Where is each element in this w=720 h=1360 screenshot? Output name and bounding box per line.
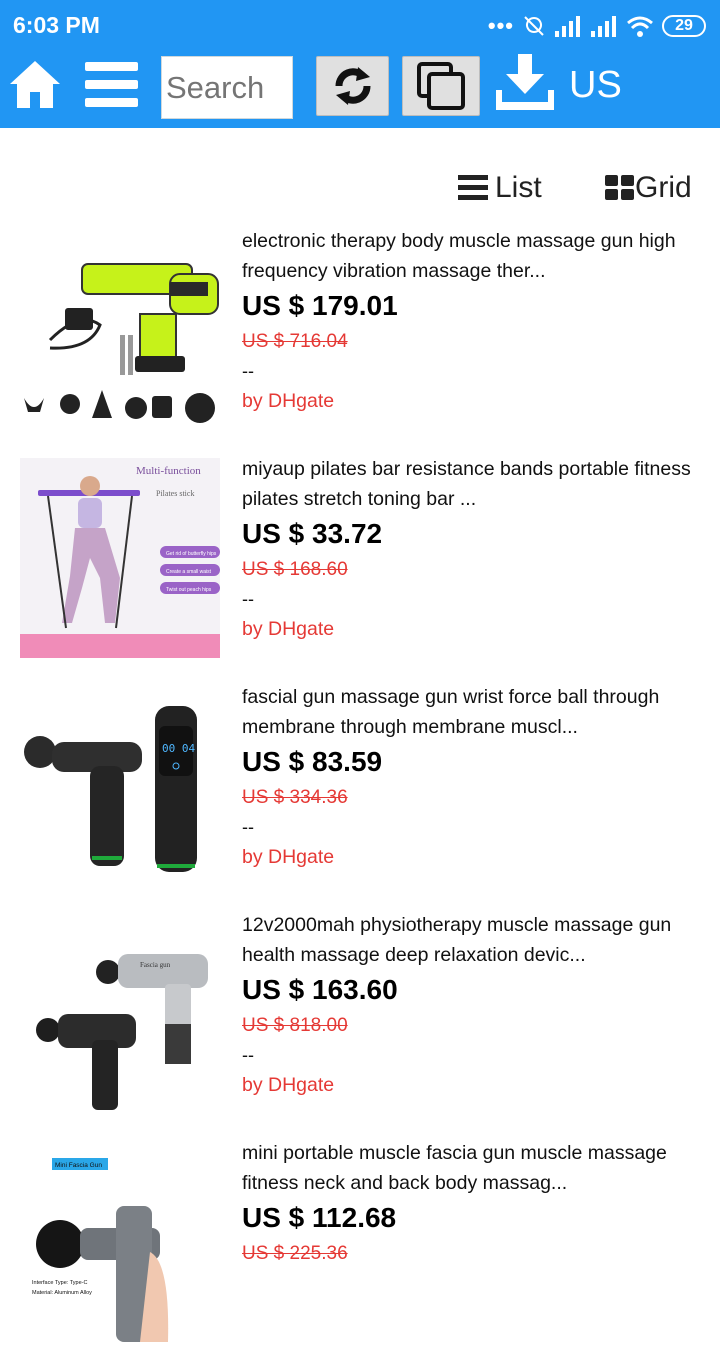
product-title[interactable]: mini portable muscle fascia gun muscle m…	[242, 1138, 702, 1198]
product-seller[interactable]: by DHgate	[242, 618, 334, 641]
search-input[interactable]	[161, 56, 293, 119]
list-view-toggle[interactable]: List	[458, 168, 542, 208]
refresh-icon	[334, 67, 371, 105]
image-label: Mini Fascia Gun	[55, 1162, 102, 1169]
image-tag: Get rid of butterfly hips	[166, 551, 217, 557]
grid-icon	[605, 175, 634, 200]
toolbar: US	[0, 52, 720, 128]
product-seller[interactable]: by DHgate	[242, 390, 334, 413]
product-image[interactable]: 00 04	[20, 686, 220, 886]
product-title[interactable]: electronic therapy body muscle massage g…	[242, 226, 702, 286]
copy-icon	[417, 62, 465, 110]
product-seller[interactable]: by DHgate	[242, 1074, 334, 1097]
image-tag: Twist out peach hips	[166, 587, 212, 593]
alarm-off-icon	[524, 16, 544, 36]
product-original-price: US $ 818.00	[242, 1015, 348, 1036]
image-display-text: 00 04	[162, 742, 195, 755]
grid-view-toggle[interactable]: Grid	[605, 168, 692, 208]
menu-icon[interactable]	[85, 62, 138, 108]
image-spec: Interface Type: Type-C	[32, 1280, 87, 1286]
product-extra: --	[242, 361, 254, 381]
copy-button[interactable]	[402, 56, 480, 116]
status-icons: ••• 29	[488, 12, 706, 40]
product-item[interactable]: 00 04 fascial gun massage gun wrist forc…	[0, 676, 720, 904]
signal-icon-1	[555, 16, 580, 37]
product-image[interactable]: Mini Fascia Gun Interface Type: Type-C M…	[20, 1142, 220, 1342]
list-view-label: List	[495, 171, 542, 204]
status-bar: 6:03 PM ••• 29	[0, 0, 720, 52]
signal-icon-2	[591, 16, 616, 37]
product-item[interactable]: Mini Fascia Gun Interface Type: Type-C M…	[0, 1132, 720, 1360]
image-heading: Multi-function	[136, 465, 201, 477]
refresh-button[interactable]	[316, 56, 389, 116]
product-price: US $ 179.01	[242, 290, 398, 321]
product-extra: --	[242, 589, 254, 609]
product-price: US $ 33.72	[242, 518, 383, 549]
download-icon[interactable]	[494, 54, 556, 112]
product-title[interactable]: miyaup pilates bar resistance bands port…	[242, 454, 702, 514]
image-subheading: Pilates stick	[156, 489, 194, 498]
product-item[interactable]: Multi-function Pilates stick Get rid of …	[0, 448, 720, 676]
product-original-price: US $ 168.60	[242, 559, 348, 580]
home-icon[interactable]	[8, 58, 62, 110]
battery-indicator: 29	[662, 15, 706, 37]
wifi-icon	[627, 16, 653, 37]
product-original-price: US $ 225.36	[242, 1243, 348, 1264]
region-label[interactable]: US	[569, 64, 622, 107]
product-extra: --	[242, 1045, 254, 1065]
product-extra: --	[242, 817, 254, 837]
app-bar: 6:03 PM ••• 29 Search US	[0, 0, 720, 128]
product-original-price: US $ 334.36	[242, 787, 348, 808]
product-price: US $ 163.60	[242, 974, 398, 1005]
product-seller[interactable]: by DHgate	[242, 846, 334, 869]
product-title[interactable]: 12v2000mah physiotherapy muscle massage …	[242, 910, 702, 970]
product-image[interactable]: Multi-function Pilates stick Get rid of …	[20, 458, 220, 658]
product-price: US $ 83.59	[242, 746, 383, 777]
status-time: 6:03 PM	[13, 12, 100, 38]
product-title[interactable]: fascial gun massage gun wrist force ball…	[242, 682, 702, 742]
product-item[interactable]: electronic therapy body muscle massage g…	[0, 220, 720, 448]
image-tag: Create a small waist	[166, 569, 212, 575]
image-spec: Material: Aluminum Alloy	[32, 1290, 92, 1296]
more-notifications-icon: •••	[487, 13, 514, 38]
product-image[interactable]: Fascia gun	[20, 914, 220, 1114]
image-brand-text: Fascia gun	[140, 961, 171, 969]
product-price: US $ 112.68	[242, 1202, 397, 1233]
grid-view-label: Grid	[635, 171, 692, 204]
product-original-price: US $ 716.04	[242, 331, 348, 352]
product-item[interactable]: Fascia gun 12v2000mah physiotherapy musc…	[0, 904, 720, 1132]
list-icon	[458, 175, 488, 200]
product-image[interactable]	[20, 230, 220, 430]
